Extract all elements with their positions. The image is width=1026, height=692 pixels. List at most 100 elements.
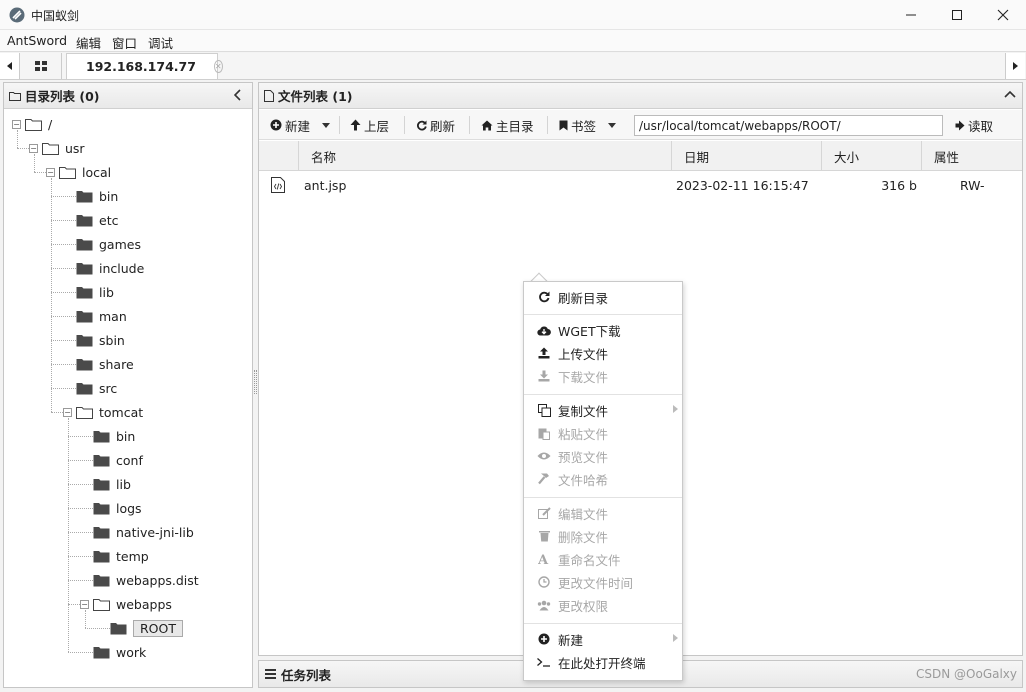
tree-item-src[interactable]: src (76, 378, 117, 398)
tree-toggle-collapse[interactable]: − (46, 168, 55, 177)
bookmark-icon (559, 120, 568, 130)
tree-item-lib[interactable]: lib (76, 282, 114, 302)
users-icon (537, 600, 551, 611)
file-name-cell: ant.jsp (304, 178, 347, 193)
tree-item-[interactable]: / (25, 114, 52, 134)
tree-connector (17, 130, 18, 148)
new-button[interactable]: 新建 (270, 114, 331, 136)
tree-toggle-collapse[interactable]: − (80, 600, 89, 609)
grid-header-date[interactable]: 日期 (672, 141, 822, 171)
context-menu-item[interactable]: 粘贴文件 (524, 422, 682, 444)
context-menu-item[interactable]: 更改权限 (524, 594, 682, 616)
context-menu-separator (524, 623, 682, 624)
terminal-icon (537, 657, 551, 667)
home-button[interactable]: 主目录 (481, 114, 534, 136)
tree-item-label: logs (116, 500, 142, 516)
panel-splitter[interactable] (254, 370, 257, 394)
context-menu-item[interactable]: A 重命名文件 (524, 548, 682, 570)
grid-header-name[interactable]: 名称 (299, 141, 672, 171)
tree-item-webapps-dist[interactable]: webapps.dist (93, 570, 199, 590)
directory-panel: 目录列表 (0) − / − usr − local bin etc games include l… (3, 82, 253, 688)
context-menu-item[interactable]: 预览文件 (524, 445, 682, 467)
tree-item-lib[interactable]: lib (93, 474, 131, 494)
up-button[interactable]: 上层 (350, 114, 389, 136)
context-menu-item[interactable]: 刷新目录 (524, 286, 682, 308)
context-menu-item[interactable]: 新建 (524, 628, 682, 650)
refresh-icon (537, 291, 551, 303)
tree-item-man[interactable]: man (76, 306, 127, 326)
tree-item-root[interactable]: ROOT (110, 618, 183, 638)
tab-close-icon[interactable]: ✕ (213, 60, 223, 73)
tree-item-usr[interactable]: usr (42, 138, 85, 158)
grid-header-size[interactable]: 大小 (822, 141, 922, 171)
download-icon (537, 370, 551, 382)
edit-icon (537, 507, 551, 519)
grid-header-attr[interactable]: 属性 (922, 141, 1022, 171)
maximize-button[interactable] (934, 0, 980, 30)
directory-panel-title: 目录列表 (0) (25, 89, 100, 104)
menu-window[interactable]: 窗口 (112, 33, 137, 52)
file-outline-icon (264, 89, 274, 102)
tree-item-work[interactable]: work (93, 642, 146, 662)
menu-debug[interactable]: 调试 (148, 33, 173, 52)
refresh-button[interactable]: 刷新 (416, 114, 455, 136)
context-menu-item[interactable]: 上传文件 (524, 342, 682, 364)
tree-item-sbin[interactable]: sbin (76, 330, 125, 350)
tree-item-etc[interactable]: etc (76, 210, 118, 230)
tree-item-games[interactable]: games (76, 234, 141, 254)
tree-item-bin[interactable]: bin (76, 186, 118, 206)
context-menu-item[interactable]: 复制文件 (524, 399, 682, 421)
read-button[interactable]: 读取 (955, 114, 993, 136)
minimize-button[interactable] (888, 0, 934, 30)
tab-scroll-right-button[interactable] (1005, 53, 1025, 79)
tree-toggle-collapse[interactable]: − (29, 144, 38, 153)
caret-down-icon (322, 122, 331, 128)
refresh-button-label: 刷新 (430, 118, 456, 134)
tree-item-native-jni-lib[interactable]: native-jni-lib (93, 522, 194, 542)
tree-toggle-collapse[interactable]: − (63, 408, 72, 417)
bookmark-button[interactable]: 书签 (559, 114, 617, 136)
tab-scroll-left-button[interactable] (0, 53, 20, 79)
tree-item-temp[interactable]: temp (93, 546, 149, 566)
tree-item-local[interactable]: local (59, 162, 111, 182)
close-button[interactable] (980, 0, 1026, 30)
context-menu-item[interactable]: WGET下载 (524, 319, 682, 341)
tree-item-conf[interactable]: conf (93, 450, 143, 470)
plus-circle-icon (270, 119, 282, 131)
chevron-up-icon (1004, 90, 1016, 98)
tree-item-tomcat[interactable]: tomcat (76, 402, 143, 422)
table-row[interactable]: ant.jsp 2023-02-11 16:15:47 316 b RW- (259, 172, 1022, 200)
tree-item-bin[interactable]: bin (93, 426, 135, 446)
tab-home-grid[interactable] (20, 53, 62, 79)
collapse-left-button[interactable] (234, 89, 242, 101)
tree-item-label: games (99, 236, 141, 252)
upload-icon (537, 347, 551, 359)
toolbar-separator (339, 116, 340, 134)
context-menu-item[interactable]: 在此处打开终端 (524, 651, 682, 673)
tree-item-include[interactable]: include (76, 258, 144, 278)
context-menu-item-label: 更改权限 (558, 598, 609, 614)
tree-item-share[interactable]: share (76, 354, 134, 374)
context-menu-item-label: 新建 (558, 632, 584, 648)
directory-panel-header: 目录列表 (0) (4, 83, 252, 109)
folder-outline-icon (9, 91, 21, 101)
tab-connection[interactable]: 192.168.174.77 ✕ (66, 53, 223, 79)
tree-connector (34, 154, 35, 172)
context-menu-item[interactable]: 文件哈希 (524, 468, 682, 490)
menu-edit[interactable]: 编辑 (76, 33, 101, 52)
menu-antsword[interactable]: AntSword (7, 33, 67, 48)
tree-item-webapps[interactable]: webapps (93, 594, 172, 614)
tree-item-label: man (99, 308, 127, 324)
context-menu-item[interactable]: 更改文件时间 (524, 571, 682, 593)
font-icon: A (537, 553, 551, 565)
context-menu-item[interactable]: 删除文件 (524, 525, 682, 547)
tree-connector (85, 628, 110, 629)
context-menu-item[interactable]: 下载文件 (524, 365, 682, 387)
tree-connector (51, 388, 76, 389)
tree-toggle-collapse[interactable]: − (12, 120, 21, 129)
tree-item-logs[interactable]: logs (93, 498, 142, 518)
collapse-up-button[interactable] (1004, 90, 1016, 98)
folder-icon (76, 358, 93, 371)
context-menu-item[interactable]: 编辑文件 (524, 502, 682, 524)
path-input[interactable] (634, 115, 943, 136)
